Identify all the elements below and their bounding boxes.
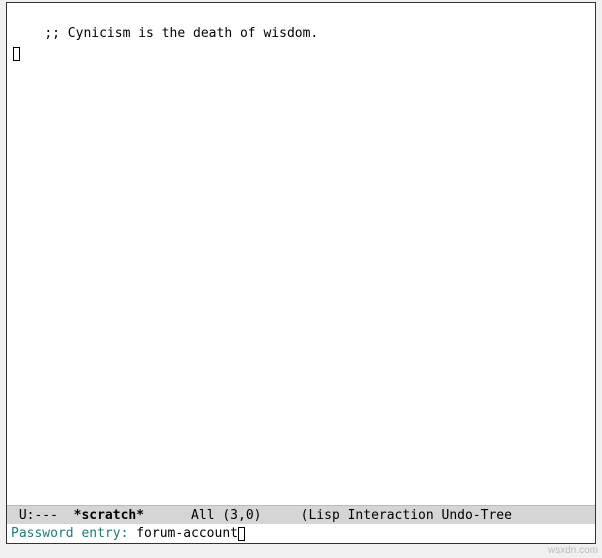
buffer-comment-line: ;; Cynicism is the death of wisdom. xyxy=(44,26,318,41)
modeline-position: All xyxy=(191,508,214,523)
minibuffer[interactable]: Password entry: forum-account xyxy=(7,524,595,543)
scratch-buffer[interactable]: ;; Cynicism is the death of wisdom. xyxy=(7,3,595,505)
modeline-modes: (Lisp Interaction Undo-Tree xyxy=(301,508,512,523)
text-cursor xyxy=(13,47,20,61)
modeline-cursor-pos: (3,0) xyxy=(222,508,261,523)
watermark: wsxdn.com xyxy=(548,545,598,556)
minibuffer-cursor xyxy=(238,527,245,541)
emacs-frame: ;; Cynicism is the death of wisdom. U:--… xyxy=(6,2,596,544)
modeline-buffer-name: *scratch* xyxy=(74,508,144,523)
mode-line[interactable]: U:--- *scratch* All (3,0) (Lisp Interact… xyxy=(7,505,595,524)
modeline-status: U:--- xyxy=(19,508,58,523)
minibuffer-input[interactable]: forum-account xyxy=(136,524,238,543)
minibuffer-prompt: Password entry: xyxy=(11,524,136,543)
